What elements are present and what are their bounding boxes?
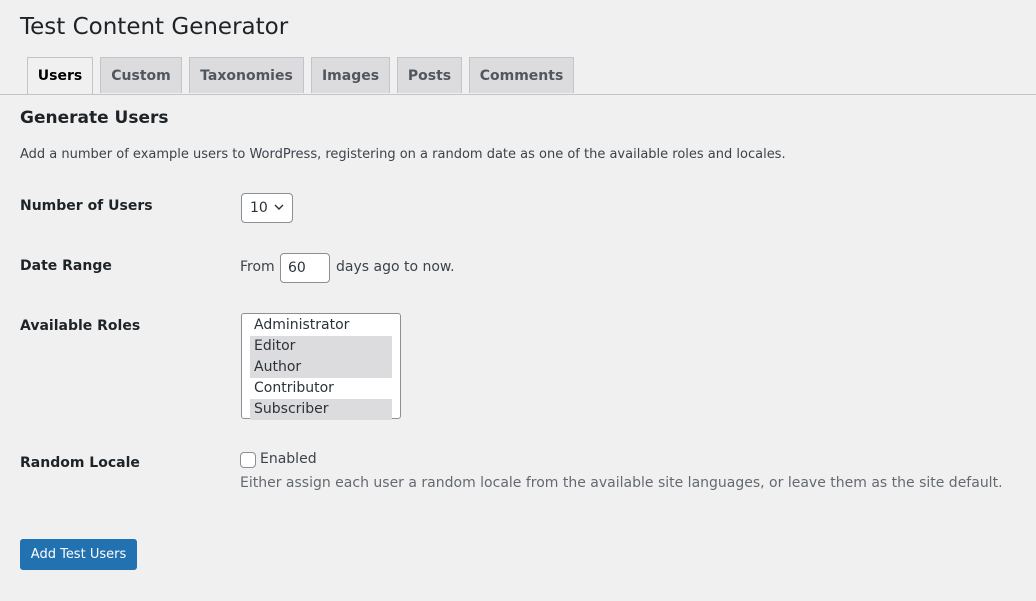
tab-custom[interactable]: Custom bbox=[100, 57, 182, 93]
tab-posts[interactable]: Posts bbox=[397, 57, 462, 93]
tab-bar: Users Custom Taxonomies Images Posts Com… bbox=[0, 57, 1036, 95]
role-option-author[interactable]: Author bbox=[250, 357, 392, 378]
tab-users[interactable]: Users bbox=[27, 57, 93, 94]
available-roles-label: Available Roles bbox=[20, 318, 141, 334]
tab-comments[interactable]: Comments bbox=[469, 57, 574, 93]
date-range-days-input[interactable] bbox=[280, 253, 330, 283]
random-locale-help-text: Either assign each user a random locale … bbox=[240, 475, 1003, 491]
chevron-down-icon bbox=[274, 204, 284, 210]
number-of-users-value: 10 bbox=[250, 200, 268, 216]
date-range-suffix: days ago to now. bbox=[336, 259, 455, 275]
tab-taxonomies[interactable]: Taxonomies bbox=[189, 57, 304, 93]
tab-images[interactable]: Images bbox=[311, 57, 390, 93]
role-option-subscriber[interactable]: Subscriber bbox=[250, 399, 392, 420]
date-range-label: Date Range bbox=[20, 258, 112, 274]
role-option-contributor[interactable]: Contributor bbox=[250, 378, 392, 399]
section-title: Generate Users bbox=[20, 108, 169, 128]
random-locale-checkbox-label[interactable]: Enabled bbox=[260, 451, 317, 467]
random-locale-checkbox[interactable] bbox=[240, 452, 256, 468]
available-roles-listbox[interactable]: Administrator Editor Author Contributor … bbox=[241, 313, 401, 420]
number-of-users-select[interactable]: 10 bbox=[241, 193, 293, 223]
page-title: Test Content Generator bbox=[20, 14, 289, 40]
random-locale-label: Random Locale bbox=[20, 455, 140, 471]
date-range-prefix: From bbox=[240, 259, 275, 275]
number-of-users-label: Number of Users bbox=[20, 198, 153, 214]
role-option-administrator[interactable]: Administrator bbox=[250, 315, 392, 336]
role-option-editor[interactable]: Editor bbox=[250, 336, 392, 357]
section-description: Add a number of example users to WordPre… bbox=[20, 147, 786, 162]
add-test-users-button[interactable]: Add Test Users bbox=[20, 539, 137, 570]
